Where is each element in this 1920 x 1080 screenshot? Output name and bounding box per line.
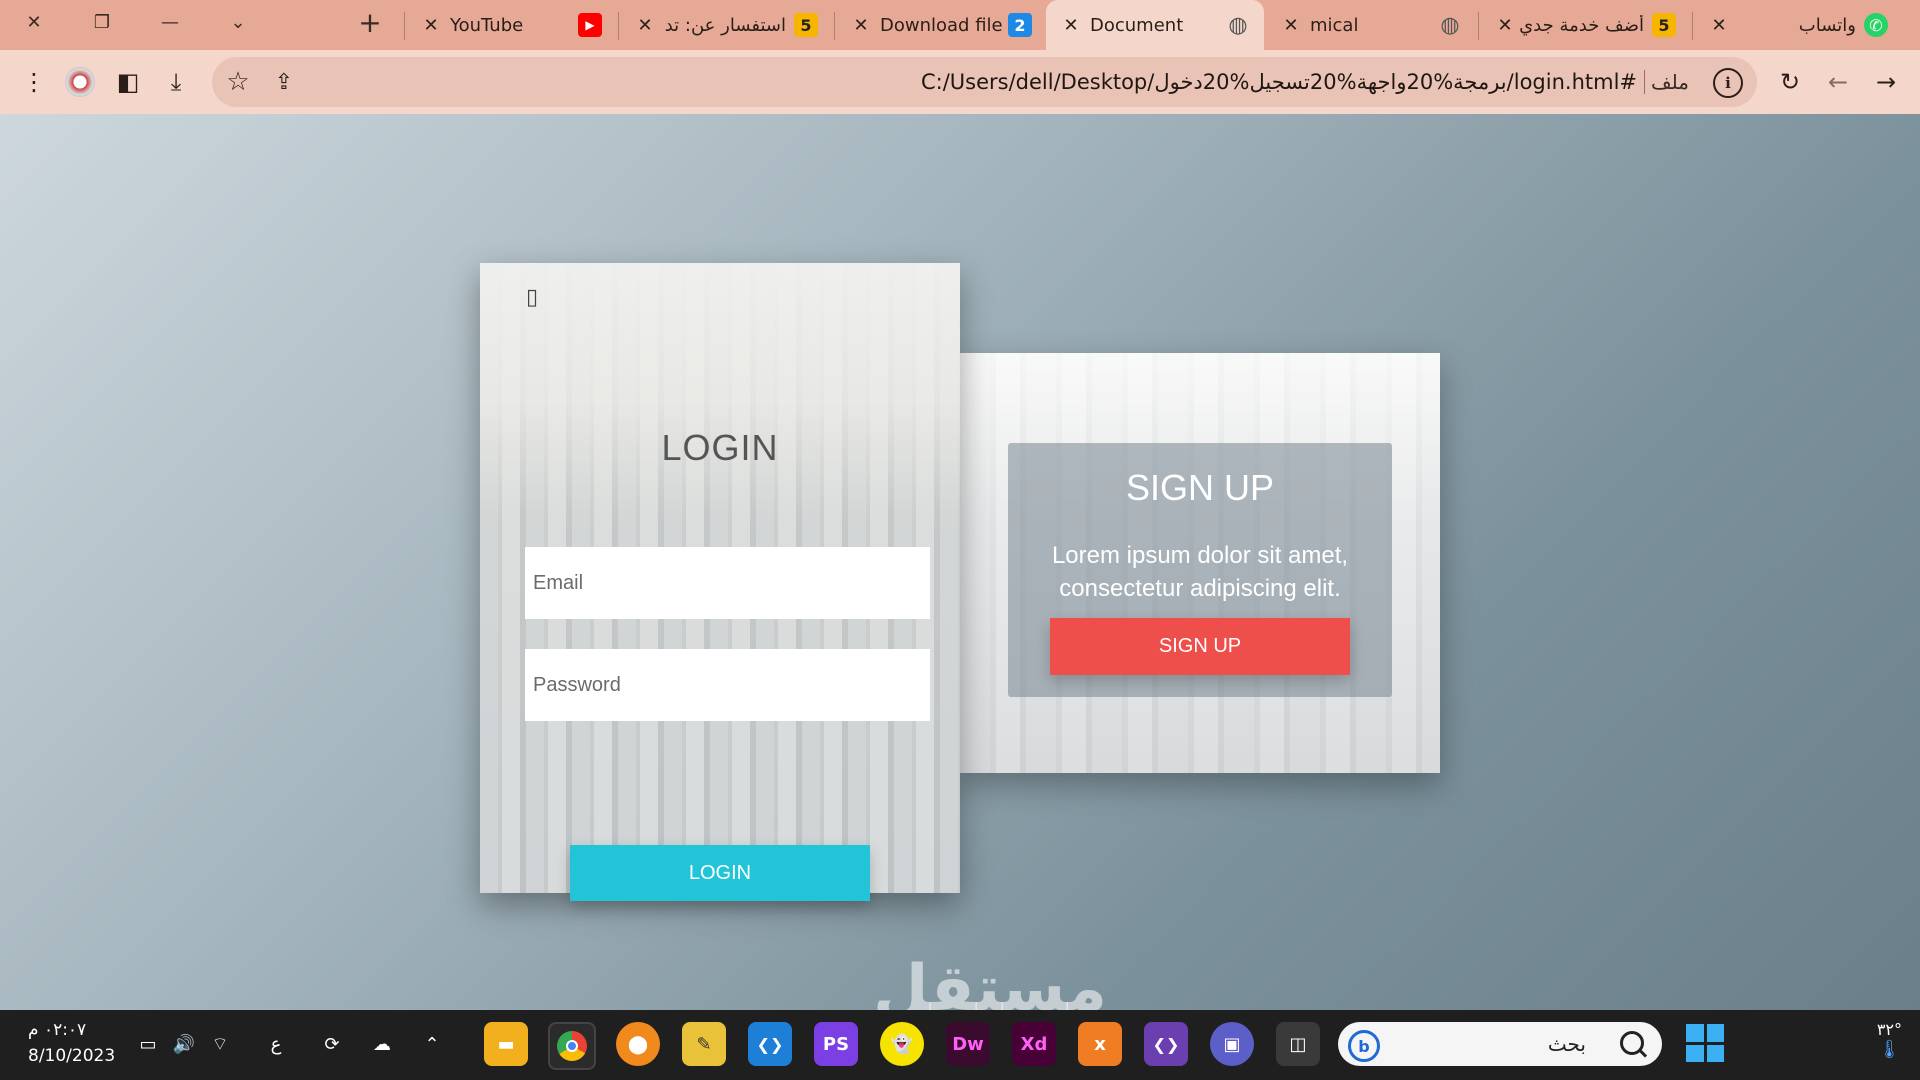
start-button[interactable] xyxy=(1686,1024,1724,1062)
chrome-icon[interactable] xyxy=(548,1022,596,1070)
phpstorm-icon[interactable]: PS xyxy=(814,1022,858,1066)
login-card: ▯ LOGIN LOGIN xyxy=(480,263,960,901)
adobe-xd-icon[interactable]: Xd xyxy=(1012,1022,1056,1066)
watermark-logo: مستقل xyxy=(872,952,1108,1010)
downloads-icon[interactable]: ⤓ xyxy=(154,60,198,104)
forward-icon[interactable]: → xyxy=(1864,60,1908,104)
search-icon xyxy=(1620,1031,1644,1055)
visual-studio-icon[interactable]: ❮❯ xyxy=(1144,1022,1188,1066)
mostaql-icon: 5 xyxy=(794,13,818,37)
vpn-icon[interactable]: ⬤ xyxy=(616,1022,660,1066)
start-tile xyxy=(1686,1024,1704,1042)
bookmark-star-icon[interactable]: ☆ xyxy=(216,60,260,104)
side-panel-icon[interactable]: ◧ xyxy=(106,60,150,104)
weather-widget[interactable]: ٣٢° 🌡 xyxy=(1877,1020,1902,1060)
tab-title: Download file xyxy=(880,14,1003,36)
dreamweaver-icon[interactable]: Dw xyxy=(946,1022,990,1066)
tab-download-file[interactable]: ✕ Download file 2 xyxy=(836,0,1046,50)
tab-title: استفسار عن: تد xyxy=(664,14,786,36)
wifi-icon[interactable]: ⌔ xyxy=(206,1032,234,1056)
start-tile xyxy=(1686,1044,1704,1062)
signup-button[interactable]: SIGN UP xyxy=(1050,618,1350,675)
volume-icon[interactable]: 🔊 xyxy=(170,1032,198,1056)
vs-code-icon[interactable]: ❮❯ xyxy=(748,1022,792,1066)
tab-title: واتساب xyxy=(1798,14,1856,36)
tab-strip: ✕ ❐ — ⌄ + ✕ YouTube ▶ ✕ استفسار عن: تد 5… xyxy=(0,0,1920,50)
password-field[interactable] xyxy=(525,649,930,721)
brand-icon[interactable]: ▯ xyxy=(526,285,538,310)
divider xyxy=(1644,70,1645,94)
onedrive-icon[interactable]: ☁ xyxy=(368,1032,396,1056)
taskbar: ٠٢:٠٧ م 8/10/2023 ▭ 🔊 ⌔ ع ⟳ ☁ ⌃ ▬ ⬤ ✎ ❮❯… xyxy=(0,1010,1920,1080)
tab-title: Document xyxy=(1090,14,1184,36)
start-tile xyxy=(1706,1024,1724,1042)
back-icon[interactable]: ← xyxy=(1816,60,1860,104)
close-tab-icon[interactable]: ✕ xyxy=(1708,15,1730,36)
address-bar[interactable]: ☆ ⇪ C:/Users/dell/Desktop/برمجة%20واجهة%… xyxy=(212,57,1757,107)
file-scheme-label: ملف xyxy=(1650,70,1689,94)
close-tab-icon[interactable]: ✕ xyxy=(1494,15,1516,36)
task-view-icon[interactable]: ◫ xyxy=(1276,1022,1320,1066)
file-explorer-icon[interactable]: ▬ xyxy=(484,1022,528,1066)
tab-youtube[interactable]: ✕ YouTube ▶ xyxy=(406,0,616,50)
url-text[interactable]: C:/Users/dell/Desktop/برمجة%20واجهة%20تس… xyxy=(921,57,1637,107)
close-window-button[interactable]: ✕ xyxy=(0,0,68,44)
login-button[interactable]: LOGIN xyxy=(570,845,870,901)
youtube-icon: ▶ xyxy=(578,13,602,37)
chat-icon[interactable]: ▣ xyxy=(1210,1022,1254,1066)
globe-icon: ◍ xyxy=(1440,12,1460,38)
tab-title: أضف خدمة جدي xyxy=(1519,14,1644,36)
sync-icon[interactable]: ⟳ xyxy=(318,1032,346,1056)
close-tab-icon[interactable]: ✕ xyxy=(1060,15,1082,36)
snapchat-icon[interactable]: 👻 xyxy=(880,1022,924,1066)
browser-toolbar: ⋮ ◧ ⤓ ☆ ⇪ C:/Users/dell/Desktop/برمجة%20… xyxy=(0,50,1920,114)
search-label: بحث xyxy=(1547,1032,1586,1056)
minimize-window-button[interactable]: — xyxy=(136,0,204,44)
signup-card: SIGN UP Lorem ipsum dolor sit amet, cons… xyxy=(960,353,1440,773)
pixel-tool-icon[interactable]: ✎ xyxy=(682,1022,726,1066)
login-title: LOGIN xyxy=(661,427,779,468)
new-tab-button[interactable]: + xyxy=(336,0,404,44)
chevron-up-icon[interactable]: ⌃ xyxy=(418,1032,446,1056)
share-icon[interactable]: ⇪ xyxy=(262,60,306,104)
tab-search-button[interactable]: ⌄ xyxy=(204,0,272,44)
globe-icon: ◍ xyxy=(1228,12,1248,38)
battery-icon[interactable]: ▭ xyxy=(134,1032,162,1056)
language-indicator[interactable]: ع xyxy=(262,1032,290,1056)
profile-avatar[interactable] xyxy=(58,60,102,104)
site-info-icon[interactable]: i xyxy=(1713,68,1743,98)
tab-title: mical xyxy=(1310,14,1359,36)
tab-title: YouTube xyxy=(450,14,524,36)
page-viewport: SIGN UP Lorem ipsum dolor sit amet, cons… xyxy=(0,114,1920,1010)
close-tab-icon[interactable]: ✕ xyxy=(420,15,442,36)
tab-mostaql-add-service[interactable]: ✕ أضف خدمة جدي 5 xyxy=(1480,0,1690,50)
thermometer-icon: 🌡 xyxy=(1877,1039,1901,1060)
bing-icon[interactable]: b xyxy=(1348,1030,1380,1062)
email-field[interactable] xyxy=(525,547,930,619)
close-tab-icon[interactable]: ✕ xyxy=(850,15,872,36)
taskbar-search[interactable]: b بحث xyxy=(1338,1022,1662,1066)
reload-icon[interactable]: ↻ xyxy=(1768,60,1812,104)
whatsapp-icon: ✆ xyxy=(1864,13,1888,37)
weather-temperature: ٣٢° xyxy=(1876,1020,1902,1039)
clock-date[interactable]: 8/10/2023 xyxy=(28,1046,115,1066)
tab-document[interactable]: ✕ Document ◍ xyxy=(1046,0,1264,50)
signup-panel: SIGN UP Lorem ipsum dolor sit amet, cons… xyxy=(1008,443,1392,697)
tab-mical[interactable]: ✕ mical ◍ xyxy=(1266,0,1476,50)
tab-whatsapp[interactable]: ✕ واتساب ✆ xyxy=(1694,0,1902,50)
close-tab-icon[interactable]: ✕ xyxy=(1280,15,1302,36)
mostaql-icon: 5 xyxy=(1652,13,1676,37)
xampp-icon[interactable]: ⅹ xyxy=(1078,1022,1122,1066)
close-tab-icon[interactable]: ✕ xyxy=(634,15,656,36)
signup-title: SIGN UP xyxy=(1125,467,1275,508)
menu-icon[interactable]: ⋮ xyxy=(12,60,56,104)
clock-time[interactable]: ٠٢:٠٧ م xyxy=(28,1020,86,1040)
download-site-icon: 2 xyxy=(1008,13,1032,37)
tab-mostaql-inquiry[interactable]: ✕ استفسار عن: تد 5 xyxy=(620,0,832,50)
restore-window-button[interactable]: ❐ xyxy=(68,0,136,44)
signup-description: Lorem ipsum dolor sit amet, consectetur … xyxy=(1051,542,1349,602)
start-tile xyxy=(1706,1044,1724,1062)
